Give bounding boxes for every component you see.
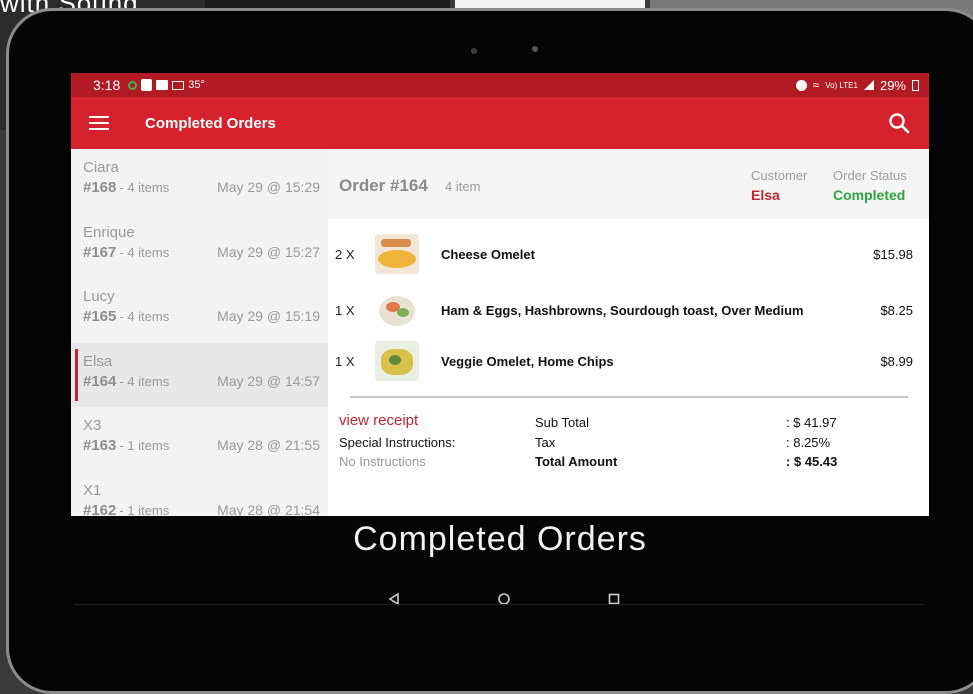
special-instructions-value: No Instructions bbox=[339, 454, 426, 469]
order-header: Order #164 4 item Customer Elsa Order St… bbox=[328, 149, 929, 219]
order-item-count: - 1 items bbox=[119, 438, 170, 453]
status-bar: 3:18 35° ≈ Vo) LTE1 29% bbox=[71, 73, 929, 97]
order-list-item[interactable]: Lucy #165 - 4 items May 29 @ 15:19 bbox=[71, 278, 328, 343]
order-customer-name: Ciara bbox=[83, 159, 119, 176]
order-item-count: - 4 items bbox=[119, 180, 170, 195]
line-item-name: Cheese Omelet bbox=[441, 246, 535, 262]
order-number: #167 bbox=[83, 243, 117, 261]
order-number: #168 bbox=[83, 179, 117, 196]
order-status-value: Completed bbox=[833, 187, 906, 203]
order-status-label: Order Status bbox=[833, 168, 907, 183]
line-item-price: $8.25 bbox=[880, 302, 913, 318]
status-battery: 29% bbox=[879, 77, 906, 93]
order-detail: Order #164 4 item Customer Elsa Order St… bbox=[328, 149, 929, 516]
battery-icon bbox=[912, 79, 919, 91]
order-list: Ciara #168 - 4 items May 29 @ 15:29 Enri… bbox=[71, 149, 328, 516]
order-list-item-selected[interactable]: Elsa #164 - 4 items May 29 @ 14:57 bbox=[71, 342, 328, 407]
view-receipt-link[interactable]: view receipt bbox=[339, 412, 418, 429]
order-date: May 28 @ 21:54 bbox=[217, 501, 320, 517]
customer-name: Elsa bbox=[751, 187, 780, 203]
order-list-item[interactable]: X1 #162 - 1 items May 28 @ 21:54 bbox=[71, 472, 328, 517]
order-number: #163 bbox=[83, 437, 117, 454]
order-list-item[interactable]: Ciara #168 - 4 items May 29 @ 15:29 bbox=[71, 149, 328, 214]
tax-label: Tax bbox=[535, 435, 556, 450]
order-number: #165 bbox=[83, 308, 117, 325]
signal-icon bbox=[863, 80, 874, 90]
line-item-price: $15.98 bbox=[873, 246, 913, 262]
order-item-count: - 4 items bbox=[119, 373, 170, 389]
subtotal-value: : $ 41.97 bbox=[786, 415, 837, 430]
camera-dot bbox=[471, 48, 477, 54]
order-date: May 29 @ 15:19 bbox=[217, 308, 320, 324]
order-number: #164 bbox=[83, 372, 117, 390]
line-item[interactable]: 2 X Cheese Omelet $15.98 bbox=[328, 232, 929, 276]
menu-icon[interactable] bbox=[89, 116, 109, 130]
order-item-count: - 4 items bbox=[119, 309, 170, 324]
app-bar: Completed Orders bbox=[71, 97, 929, 149]
line-item-qty: 2 X bbox=[335, 246, 355, 262]
bottom-bezel-line bbox=[74, 604, 924, 605]
order-date: May 28 @ 21:55 bbox=[217, 437, 320, 453]
order-date: May 29 @ 15:29 bbox=[217, 179, 320, 195]
order-customer-name: Elsa bbox=[83, 352, 113, 370]
status-right: ≈ Vo) LTE1 29% bbox=[795, 77, 919, 93]
caption-text: Completed Orders bbox=[353, 520, 647, 558]
food-thumbnail bbox=[375, 341, 419, 381]
order-customer-name: X1 bbox=[83, 481, 102, 499]
line-item-qty: 1 X bbox=[335, 353, 355, 369]
wifi-icon: ≈ bbox=[812, 78, 820, 92]
order-item-count: - 4 items bbox=[119, 244, 170, 260]
food-thumbnail bbox=[375, 234, 419, 274]
order-item-count: - 1 items bbox=[119, 502, 170, 517]
order-date: May 29 @ 14:57 bbox=[217, 372, 320, 389]
line-item-price: $8.99 bbox=[880, 353, 913, 369]
app-bar-title: Completed Orders bbox=[145, 114, 276, 132]
subtotal-label: Sub Total bbox=[535, 415, 589, 430]
search-icon[interactable] bbox=[887, 111, 911, 135]
video-icon bbox=[156, 80, 169, 90]
line-item-name: Ham & Eggs, Hashbrowns, Sourdough toast,… bbox=[441, 302, 804, 318]
sync-icon bbox=[128, 80, 138, 90]
app-screen: 3:18 35° ≈ Vo) LTE1 29% Completed Orders… bbox=[71, 73, 929, 516]
order-date: May 29 @ 15:27 bbox=[217, 243, 320, 260]
order-customer-name: X3 bbox=[83, 417, 102, 434]
status-time: 3:18 bbox=[93, 77, 121, 93]
line-item-name: Veggie Omelet, Home Chips bbox=[441, 353, 614, 369]
navigation-bar bbox=[0, 586, 973, 610]
special-instructions-label: Special Instructions: bbox=[339, 435, 456, 450]
screen-icon bbox=[172, 80, 185, 90]
order-list-item[interactable]: X3 #163 - 1 items May 28 @ 21:55 bbox=[71, 407, 328, 472]
total-amount-value: : $ 45.43 bbox=[786, 454, 838, 469]
order-number: #162 bbox=[83, 501, 117, 517]
summary-divider bbox=[350, 396, 908, 398]
customer-label: Customer bbox=[751, 168, 808, 183]
status-temp: 35° bbox=[188, 79, 205, 91]
status-network: Vo) LTE1 bbox=[825, 80, 858, 90]
order-title: Order #164 bbox=[339, 176, 428, 195]
tax-value: : 8.25% bbox=[786, 435, 831, 450]
line-item-qty: 1 X bbox=[335, 302, 355, 318]
app-notification-icon bbox=[141, 79, 153, 91]
line-item[interactable]: 1 X Veggie Omelet, Home Chips $8.99 bbox=[328, 339, 929, 383]
order-item-total: 4 item bbox=[445, 179, 481, 194]
food-thumbnail bbox=[375, 290, 419, 330]
camera-lens bbox=[532, 46, 538, 52]
order-list-item[interactable]: Enrique #167 - 4 items May 29 @ 15:27 bbox=[71, 214, 328, 279]
alarm-icon bbox=[795, 79, 807, 91]
status-icons: 35° bbox=[128, 79, 205, 91]
line-item[interactable]: 1 X Ham & Eggs, Hashbrowns, Sourdough to… bbox=[328, 288, 929, 332]
order-customer-name: Lucy bbox=[83, 288, 115, 305]
total-amount-label: Total Amount bbox=[535, 454, 618, 469]
order-customer-name: Enrique bbox=[83, 223, 135, 241]
